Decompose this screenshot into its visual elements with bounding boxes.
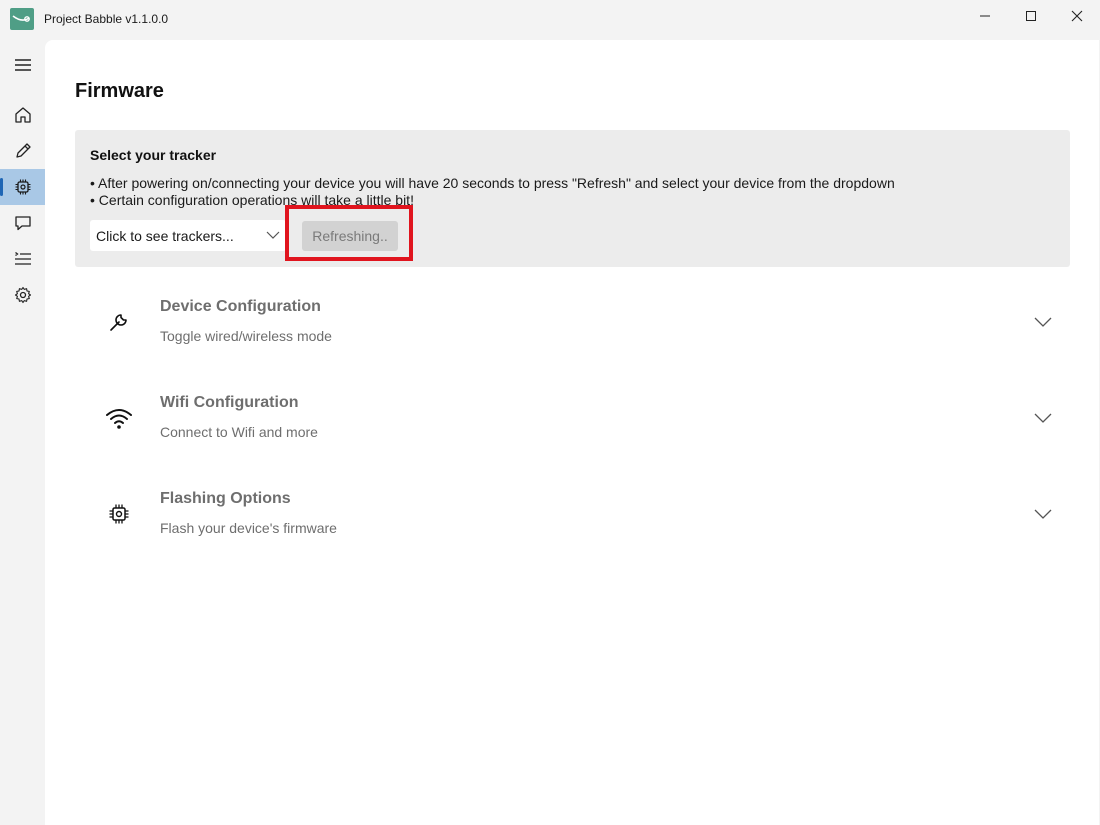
chip-icon bbox=[105, 500, 133, 528]
section-subtitle: Connect to Wifi and more bbox=[160, 424, 318, 440]
section-subtitle: Flash your device's firmware bbox=[160, 520, 337, 536]
sidebar-item-chat[interactable] bbox=[0, 205, 45, 241]
page-title: Firmware bbox=[75, 80, 164, 102]
chevron-down-icon[interactable] bbox=[1034, 316, 1052, 328]
section-title: Wifi Configuration bbox=[160, 394, 299, 411]
chevron-down-icon[interactable] bbox=[1034, 412, 1052, 424]
chevron-down-icon bbox=[266, 231, 280, 239]
pencil-icon bbox=[15, 143, 31, 158]
wifi-icon bbox=[105, 404, 133, 432]
home-icon bbox=[14, 107, 31, 123]
chip-icon bbox=[15, 179, 30, 195]
tracker-dropdown[interactable]: Click to see trackers... bbox=[90, 220, 286, 251]
sidebar-item-list[interactable] bbox=[0, 241, 45, 277]
highlight-box bbox=[285, 205, 413, 261]
section-title: Device Configuration bbox=[160, 298, 321, 315]
chat-bubble-icon bbox=[14, 216, 31, 231]
title-bar: Project Babble v1.1.0.0 bbox=[0, 0, 1100, 38]
section-title: Flashing Options bbox=[160, 490, 291, 507]
sidebar bbox=[0, 38, 45, 825]
tracker-dropdown-value: Click to see trackers... bbox=[96, 228, 234, 244]
maximize-button[interactable] bbox=[1008, 0, 1054, 32]
section-device-configuration[interactable]: Device Configuration Toggle wired/wirele… bbox=[90, 288, 1070, 380]
sidebar-item-firmware[interactable] bbox=[0, 169, 45, 205]
section-subtitle: Toggle wired/wireless mode bbox=[160, 328, 332, 344]
close-button[interactable] bbox=[1054, 0, 1100, 32]
hamburger-menu-icon bbox=[14, 59, 31, 71]
tracker-heading: Select your tracker bbox=[90, 147, 217, 163]
sidebar-item-home[interactable] bbox=[0, 97, 45, 133]
tracker-panel: Select your tracker • After powering on/… bbox=[75, 130, 1070, 267]
sidebar-item-edit[interactable] bbox=[0, 133, 45, 169]
chevron-down-icon[interactable] bbox=[1034, 508, 1052, 520]
main-content: Firmware Select your tracker • After pow… bbox=[45, 40, 1099, 825]
app-logo-icon bbox=[10, 8, 34, 30]
tracker-instruction: • After powering on/connecting your devi… bbox=[90, 175, 895, 191]
sidebar-menu-button[interactable] bbox=[0, 47, 45, 83]
minimize-button[interactable] bbox=[962, 0, 1008, 32]
window-title: Project Babble v1.1.0.0 bbox=[44, 12, 169, 26]
section-wifi-configuration[interactable]: Wifi Configuration Connect to Wifi and m… bbox=[90, 384, 1070, 476]
list-icon bbox=[14, 251, 31, 265]
section-flashing-options[interactable]: Flashing Options Flash your device's fir… bbox=[90, 480, 1070, 572]
gear-icon bbox=[14, 286, 31, 304]
wrench-icon bbox=[105, 308, 133, 336]
sidebar-item-settings[interactable] bbox=[0, 277, 45, 313]
